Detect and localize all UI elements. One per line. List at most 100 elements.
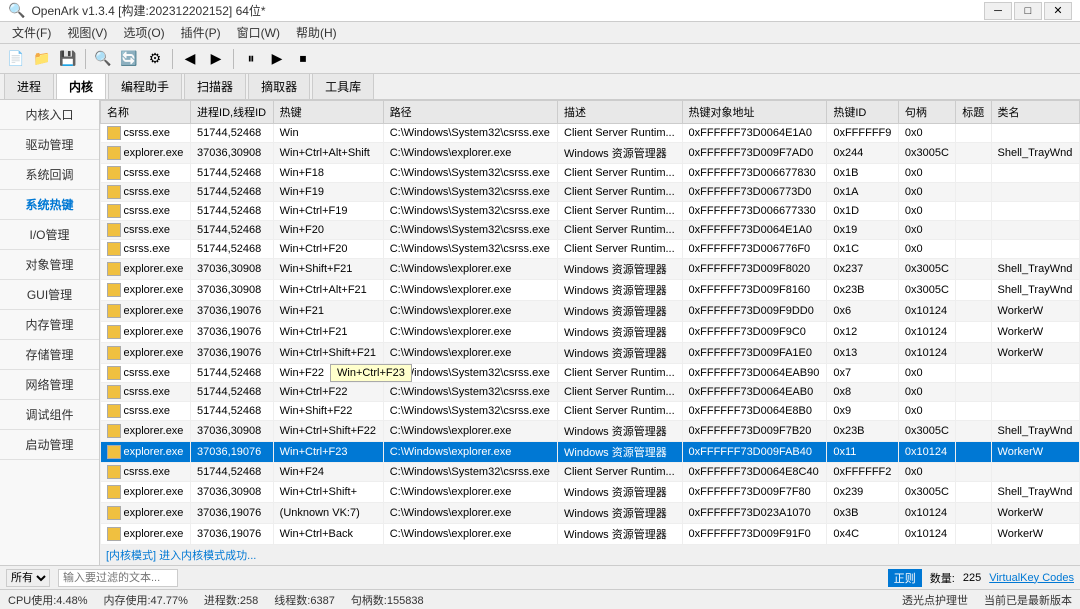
toolbar-new[interactable]: 📄 <box>4 47 28 71</box>
tab-scanner[interactable]: 扫描器 <box>184 73 246 99</box>
menu-file[interactable]: 文件(F) <box>4 22 59 43</box>
col-pid-tid[interactable]: 进程ID,线程ID <box>191 101 274 124</box>
tab-kernel[interactable]: 内核 <box>56 73 106 99</box>
table-row[interactable]: csrss.exe51744,52468WinC:\Windows\System… <box>101 124 1080 143</box>
app-icon: 🔍 <box>8 2 25 19</box>
toolbar-sep2 <box>172 49 173 69</box>
table-row[interactable]: explorer.exe37036,30908Win+Ctrl+Shift+C:… <box>101 482 1080 503</box>
sidebar-item-network-mgmt[interactable]: 网络管理 <box>0 370 99 400</box>
table-body: csrss.exe51744,52468WinC:\Windows\System… <box>101 124 1080 545</box>
table-row[interactable]: csrss.exe51744,52468Win+F18C:\Windows\Sy… <box>101 164 1080 183</box>
toolbar-play[interactable]: ▶ <box>265 47 289 71</box>
toolbar-back[interactable]: ◀ <box>178 47 202 71</box>
row-process-icon <box>107 304 121 318</box>
sidebar-item-system-hotkey[interactable]: 系统热键 <box>0 190 99 220</box>
table-header-row: 名称 进程ID,线程ID 热键 路径 描述 热键对象地址 热键ID 句柄 标题 … <box>101 101 1080 124</box>
content-area: 名称 进程ID,线程ID 热键 路径 描述 热键对象地址 热键ID 句柄 标题 … <box>100 100 1080 565</box>
col-name[interactable]: 名称 <box>101 101 191 124</box>
minimize-button[interactable]: ─ <box>984 2 1012 20</box>
table-row[interactable]: explorer.exe37036,19076Win+Ctrl+Shift+F2… <box>101 343 1080 364</box>
row-process-icon <box>107 166 121 180</box>
sidebar-item-io-mgmt[interactable]: I/O管理 <box>0 220 99 250</box>
sidebar-item-object-mgmt[interactable]: 对象管理 <box>0 250 99 280</box>
table-row[interactable]: csrss.exe51744,52468Win+F24C:\Windows\Sy… <box>101 463 1080 482</box>
table-row[interactable]: explorer.exe37036,30908Win+Ctrl+Shift+F2… <box>101 421 1080 442</box>
window-controls: ─ □ ✕ <box>984 2 1072 20</box>
tab-coding[interactable]: 编程助手 <box>108 73 182 99</box>
tab-tools[interactable]: 工具库 <box>312 73 374 99</box>
row-process-icon <box>107 204 121 218</box>
table-row[interactable]: explorer.exe37036,19076Win+F21C:\Windows… <box>101 301 1080 322</box>
tab-process[interactable]: 进程 <box>4 73 54 99</box>
table-row[interactable]: csrss.exe51744,52468Win+F20C:\Windows\Sy… <box>101 221 1080 240</box>
table-row[interactable]: csrss.exe51744,52468Win+Ctrl+F19C:\Windo… <box>101 202 1080 221</box>
sidebar-item-kernel-entry[interactable]: 内核入口 <box>0 100 99 130</box>
table-row[interactable]: explorer.exe37036,19076Win+Ctrl+F23C:\Wi… <box>101 442 1080 463</box>
row-process-icon <box>107 325 121 339</box>
menu-bar: 文件(F) 视图(V) 选项(O) 插件(P) 窗口(W) 帮助(H) <box>0 22 1080 44</box>
sidebar-item-memory-mgmt[interactable]: 内存管理 <box>0 310 99 340</box>
toolbar-save[interactable]: 💾 <box>56 47 80 71</box>
main-layout: 内核入口 驱动管理 系统回调 系统热键 I/O管理 对象管理 GUI管理 内存管… <box>0 100 1080 565</box>
table-row[interactable]: csrss.exe51744,52468Win+Ctrl+F20C:\Windo… <box>101 240 1080 259</box>
table-row[interactable]: explorer.exe37036,30908Win+Ctrl+Alt+Shif… <box>101 143 1080 164</box>
col-desc[interactable]: 描述 <box>558 101 683 124</box>
table-row[interactable]: explorer.exe37036,30908Win+Ctrl+Alt+F21C… <box>101 280 1080 301</box>
sidebar-item-system-callback[interactable]: 系统回调 <box>0 160 99 190</box>
col-title[interactable]: 标题 <box>956 101 991 124</box>
table-container[interactable]: 名称 进程ID,线程ID 热键 路径 描述 热键对象地址 热键ID 句柄 标题 … <box>100 100 1080 544</box>
toolbar: 📄 📁 💾 🔍 🔄 ⚙ ◀ ▶ ⏸ ▶ ⏹ <box>0 44 1080 74</box>
kernel-message[interactable]: [内核模式] 进入内核模式成功... <box>100 544 1080 565</box>
filter-type-select[interactable]: 所有 <box>6 569 50 587</box>
toolbar-refresh[interactable]: 🔄 <box>117 47 141 71</box>
count-label: 数量: <box>930 570 955 586</box>
row-process-icon <box>107 404 121 418</box>
col-hotkey[interactable]: 热键 <box>273 101 383 124</box>
table-row[interactable]: csrss.exe51744,52468Win+Ctrl+F22C:\Windo… <box>101 383 1080 402</box>
maximize-button[interactable]: □ <box>1014 2 1042 20</box>
table-row[interactable]: csrss.exe51744,52468Win+F19C:\Windows\Sy… <box>101 183 1080 202</box>
toolbar-search[interactable]: 🔍 <box>91 47 115 71</box>
menu-view[interactable]: 视图(V) <box>59 22 115 43</box>
col-hotkey-id[interactable]: 热键ID <box>827 101 899 124</box>
row-process-icon <box>107 126 121 140</box>
toolbar-pause[interactable]: ⏸ <box>239 47 263 71</box>
table-row[interactable]: explorer.exe37036,19076Win+Ctrl+BackC:\W… <box>101 524 1080 545</box>
close-button[interactable]: ✕ <box>1044 2 1072 20</box>
col-hotkey-addr[interactable]: 热键对象地址 <box>682 101 827 124</box>
menu-options[interactable]: 选项(O) <box>115 22 172 43</box>
row-process-icon <box>107 242 121 256</box>
row-process-icon <box>107 185 121 199</box>
sidebar-item-storage-mgmt[interactable]: 存储管理 <box>0 340 99 370</box>
filter-input[interactable] <box>58 569 178 587</box>
menu-window[interactable]: 窗口(W) <box>229 22 288 43</box>
menu-help[interactable]: 帮助(H) <box>288 22 345 43</box>
table-row[interactable]: csrss.exe51744,52468Win+F22C:\Windows\Sy… <box>101 364 1080 383</box>
sidebar-item-gui-mgmt[interactable]: GUI管理 <box>0 280 99 310</box>
row-process-icon <box>107 223 121 237</box>
row-process-icon <box>107 445 121 459</box>
toolbar-sep1 <box>85 49 86 69</box>
table-row[interactable]: explorer.exe37036,19076(Unknown VK:7)C:\… <box>101 503 1080 524</box>
sidebar-item-startup-mgmt[interactable]: 启动管理 <box>0 430 99 460</box>
sidebar-item-driver-mgmt[interactable]: 驱动管理 <box>0 130 99 160</box>
toolbar-open[interactable]: 📁 <box>30 47 54 71</box>
title-bar-left: 🔍 OpenArk v1.3.4 [构建:202312202152] 64位* <box>8 2 266 19</box>
table-row[interactable]: explorer.exe37036,30908Win+Shift+F21C:\W… <box>101 259 1080 280</box>
process-count: 进程数:258 <box>204 592 258 608</box>
col-handle[interactable]: 句柄 <box>898 101 955 124</box>
toolbar-stop[interactable]: ⏹ <box>291 47 315 71</box>
menu-plugin[interactable]: 插件(P) <box>173 22 229 43</box>
col-path[interactable]: 路径 <box>383 101 557 124</box>
col-classname[interactable]: 类名 <box>991 101 1079 124</box>
row-process-icon <box>107 527 121 541</box>
row-process-icon <box>107 346 121 360</box>
sidebar-item-debug-comp[interactable]: 调试组件 <box>0 400 99 430</box>
virtual-key-button[interactable]: VirtualKey Codes <box>989 572 1074 584</box>
toolbar-forward[interactable]: ▶ <box>204 47 228 71</box>
tab-extractor[interactable]: 摘取器 <box>248 73 310 99</box>
row-process-icon <box>107 485 121 499</box>
table-row[interactable]: csrss.exe51744,52468Win+Shift+F22C:\Wind… <box>101 402 1080 421</box>
table-row[interactable]: explorer.exe37036,19076Win+Ctrl+F21C:\Wi… <box>101 322 1080 343</box>
toolbar-settings[interactable]: ⚙ <box>143 47 167 71</box>
